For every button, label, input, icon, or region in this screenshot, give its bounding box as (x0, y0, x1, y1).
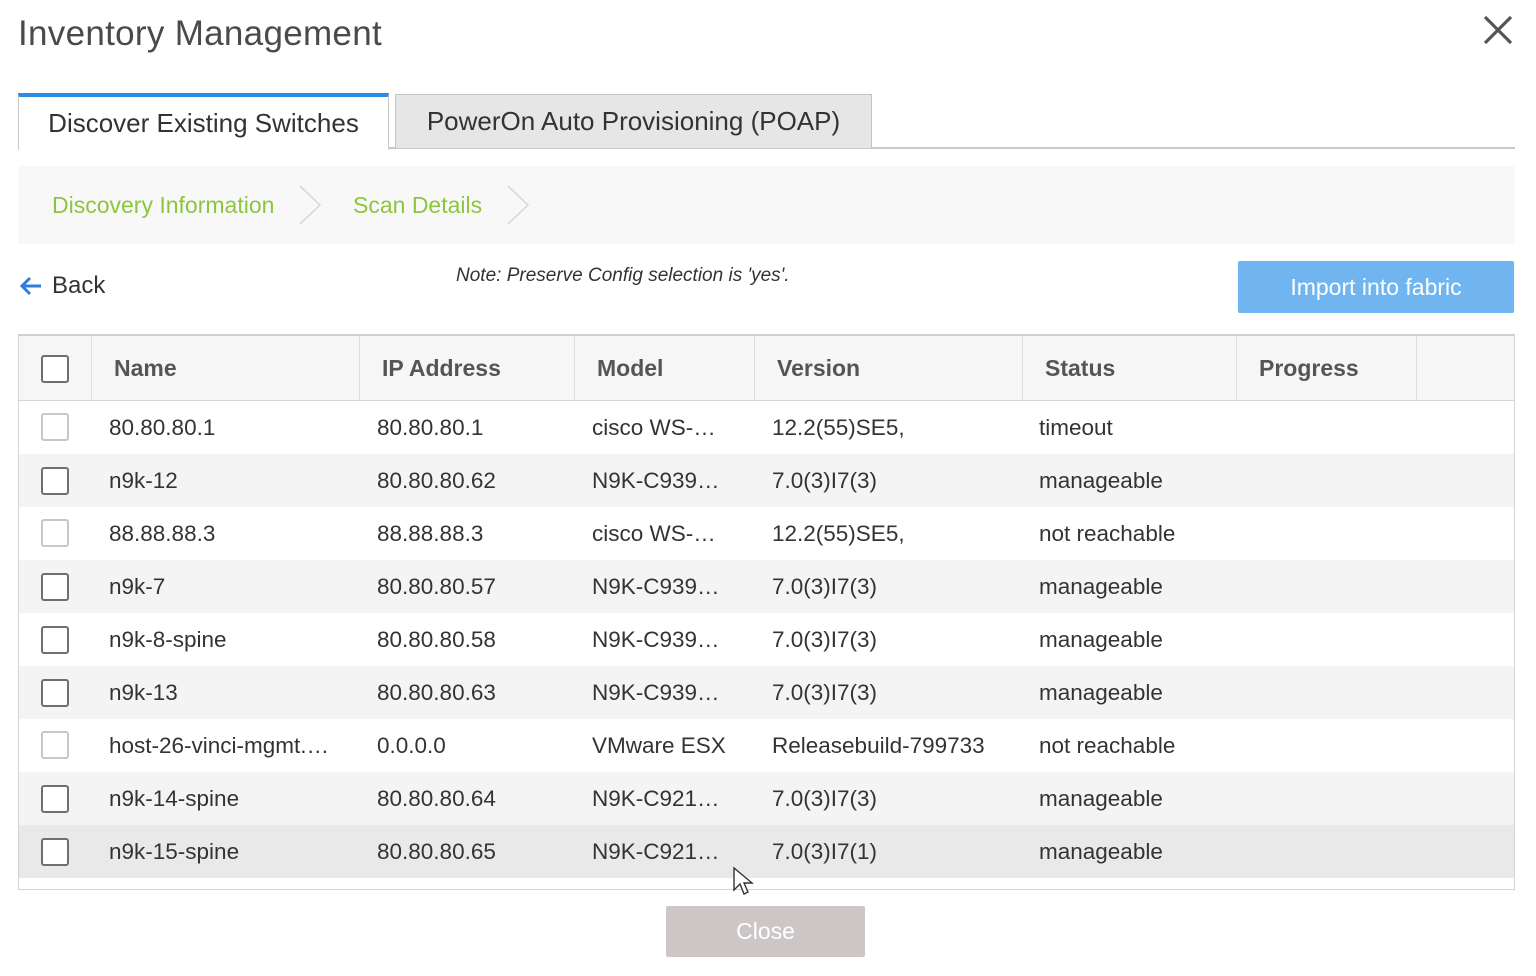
cell-model: N9K-C939… (592, 573, 720, 599)
cell-model: N9K-C939… (592, 626, 720, 652)
cell-status: not reachable (1039, 732, 1176, 758)
cell-status: timeout (1039, 414, 1113, 440)
cell-version: 12.2(55)SE5, (772, 520, 905, 546)
cell-model: cisco WS-… (592, 520, 716, 546)
row-checkbox[interactable] (41, 785, 69, 813)
arrow-left-icon (20, 276, 41, 296)
row-checkbox[interactable] (41, 838, 69, 866)
cell-status: not reachable (1039, 520, 1176, 546)
cell-version: 12.2(55)SE5, (772, 414, 905, 440)
cell-status: manageable (1039, 785, 1163, 811)
column-header-ip-address[interactable]: IP Address (360, 336, 575, 401)
table-row[interactable]: n9k-15-spine 80.80.80.65 N9K-C921… 7.0(3)I7… (19, 825, 1514, 878)
cell-ip-address: 80.80.80.62 (377, 467, 496, 493)
wizard-breadcrumb: Discovery Information Scan Details (18, 166, 1515, 244)
row-checkbox[interactable] (41, 679, 69, 707)
row-checkbox[interactable] (41, 467, 69, 495)
cell-ip-address: 88.88.88.3 (377, 520, 484, 546)
table-row[interactable]: n9k-7 80.80.80.57 N9K-C939… 7.0(3)I7(3) mana… (19, 560, 1514, 613)
cell-status: manageable (1039, 467, 1163, 493)
column-header-progress[interactable]: Progress (1237, 336, 1417, 401)
cell-status: manageable (1039, 679, 1163, 705)
table-row[interactable]: 80.80.80.1 80.80.80.1 cisco WS-… 12.2(55)SE… (19, 401, 1514, 454)
cell-name: n9k-12 (109, 467, 178, 493)
cell-ip-address: 80.80.80.57 (377, 573, 496, 599)
cell-name: n9k-15-spine (109, 838, 240, 864)
cell-status: manageable (1039, 626, 1163, 652)
cell-ip-address: 80.80.80.58 (377, 626, 496, 652)
table-row[interactable]: n9k-13 80.80.80.63 N9K-C939… 7.0(3)I7(3) man… (19, 666, 1514, 719)
dialog-title: Inventory Management (18, 14, 382, 53)
switch-table: Name IP Address Model Version Status Pro… (18, 334, 1515, 890)
wizard-step-discovery-information[interactable]: Discovery Information (52, 192, 274, 219)
cell-model: VMware ESX (592, 732, 726, 758)
row-checkbox[interactable] (41, 413, 69, 441)
chevron-right-icon (299, 185, 322, 225)
cell-name: 88.88.88.3 (109, 520, 216, 546)
row-checkbox[interactable] (41, 519, 69, 547)
cell-model: N9K-C939… (592, 467, 720, 493)
cell-status: manageable (1039, 573, 1163, 599)
select-all-cell (19, 336, 92, 401)
cell-ip-address: 0.0.0.0 (377, 732, 446, 758)
table-row[interactable]: host-26-vinci-mgmt.… 0.0.0.0 VMware ESX Rel… (19, 719, 1514, 772)
cell-model: cisco WS-… (592, 414, 716, 440)
table-row[interactable]: n9k-8-spine 80.80.80.58 N9K-C939… 7.0(3)I7(… (19, 613, 1514, 666)
column-header-version[interactable]: Version (755, 336, 1023, 401)
cell-ip-address: 80.80.80.63 (377, 679, 496, 705)
tab-bar: Discover Existing Switches PowerOn Auto … (18, 93, 1515, 150)
close-icon[interactable] (1480, 12, 1516, 48)
cell-name: n9k-8-spine (109, 626, 227, 652)
back-label: Back (52, 272, 106, 299)
cell-status: manageable (1039, 838, 1163, 864)
cell-version: 7.0(3)I7(3) (772, 467, 878, 493)
cell-name: n9k-13 (109, 679, 178, 705)
cell-ip-address: 80.80.80.64 (377, 785, 496, 811)
row-checkbox[interactable] (41, 573, 69, 601)
back-button[interactable]: Back (20, 270, 105, 302)
cell-model: N9K-C921… (592, 785, 720, 811)
wizard-step-scan-details[interactable]: Scan Details (353, 192, 482, 219)
cell-version: 7.0(3)I7(3) (772, 626, 878, 652)
row-checkbox[interactable] (41, 626, 69, 654)
cell-version: 7.0(3)I7(1) (772, 838, 878, 864)
import-into-fabric-button[interactable]: Import into fabric (1238, 261, 1514, 313)
cell-version: 7.0(3)I7(3) (772, 679, 878, 705)
table-row[interactable]: n9k-14-spine 80.80.80.64 N9K-C921… 7.0(3)I7… (19, 772, 1514, 825)
table-row[interactable]: 88.88.88.3 88.88.88.3 cisco WS-… 12.2(55)SE… (19, 507, 1514, 560)
tab-discover-existing-switches[interactable]: Discover Existing Switches (18, 93, 389, 150)
column-header-model[interactable]: Model (575, 336, 755, 401)
cell-name: n9k-7 (109, 573, 166, 599)
cell-version: 7.0(3)I7(3) (772, 573, 878, 599)
column-header-status[interactable]: Status (1023, 336, 1237, 401)
chevron-right-icon (507, 185, 530, 225)
cell-version: 7.0(3)I7(3) (772, 785, 878, 811)
column-header-name[interactable]: Name (92, 336, 360, 401)
mouse-cursor-icon (733, 866, 754, 895)
cell-ip-address: 80.80.80.1 (377, 414, 484, 440)
close-button[interactable]: Close (666, 906, 865, 957)
cell-name: n9k-14-spine (109, 785, 240, 811)
row-checkbox[interactable] (41, 731, 69, 759)
preserve-config-note: Note: Preserve Config selection is 'yes'… (456, 265, 790, 286)
cell-ip-address: 80.80.80.65 (377, 838, 496, 864)
cell-model: N9K-C921… (592, 838, 720, 864)
cell-version: Releasebuild-799733 (772, 732, 985, 758)
table-header: Name IP Address Model Version Status Pro… (19, 336, 1514, 401)
table-row[interactable]: n9k-12 80.80.80.62 N9K-C939… 7.0(3)I7(3) man… (19, 454, 1514, 507)
cell-model: N9K-C939… (592, 679, 720, 705)
select-all-checkbox[interactable] (41, 354, 69, 383)
cell-name: 80.80.80.1 (109, 414, 216, 440)
tab-poap[interactable]: PowerOn Auto Provisioning (POAP) (395, 94, 872, 148)
cell-name: host-26-vinci-mgmt.… (109, 732, 330, 758)
